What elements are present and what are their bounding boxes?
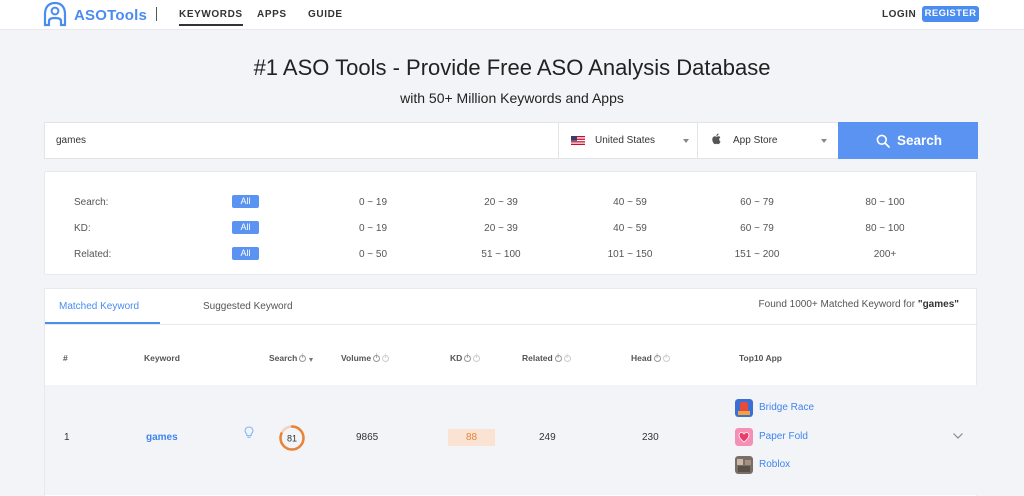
login-link[interactable]: LOGIN [882,9,916,20]
tabs-divider [45,324,978,325]
col-head-label: Head [631,353,652,363]
search-icon [876,134,890,148]
filter-search-option[interactable]: 0 ~ 19 [328,197,418,208]
filter-search-option[interactable]: 80 ~ 100 [840,197,930,208]
filter-related-all[interactable]: All [232,247,259,260]
found-middle: Matched Keyword for [820,299,916,310]
search-input[interactable] [45,123,557,158]
info-icon[interactable] [662,354,670,362]
volume-value: 9865 [356,432,379,443]
col-volume-label: Volume [341,353,372,363]
results-panel: Matched Keyword Suggested Keyword Found … [44,288,978,496]
col-search[interactable]: Search [269,353,314,363]
app-icon-paper-fold[interactable] [735,428,753,446]
info-icon[interactable] [563,354,571,362]
col-kd-label: KD [450,353,463,363]
page-title: #1 ASO Tools - Provide Free ASO Analysis… [253,55,771,80]
app-icon-bridge-race[interactable] [735,399,753,417]
apple-icon [712,133,721,145]
logo-text[interactable]: ASOTools [74,7,147,24]
top-nav: ASOTools KEYWORDS APPS GUIDE LOGIN REGIS… [0,0,1024,30]
info-icon[interactable] [464,354,472,362]
info-icon[interactable] [653,354,661,362]
filter-label-search: Search: [74,197,109,208]
us-flag-icon [571,136,585,145]
kd-badge: 88 [448,429,495,446]
col-index: # [63,353,68,363]
chevron-down-icon[interactable] [952,432,964,440]
row-index: 1 [64,432,70,443]
nav-apps[interactable]: APPS [257,9,287,20]
store-select[interactable]: App Store [697,123,837,158]
chevron-down-icon [683,139,689,143]
found-summary: Found 1000+ Matched Keyword for "games" [759,299,959,310]
store-label: App Store [733,135,778,146]
app-link[interactable]: Paper Fold [759,431,808,442]
filter-label-related: Related: [74,249,112,260]
filter-kd-option[interactable]: 40 ~ 59 [585,223,675,234]
logo-icon[interactable] [42,1,68,28]
country-label: United States [595,135,656,146]
table-row[interactable]: 1 games 81 9865 88 249 230 Bridge Race P… [45,385,977,495]
filter-kd-option[interactable]: 20 ~ 39 [456,223,546,234]
col-top10-app: Top10 App [739,353,782,363]
app-link[interactable]: Roblox [759,459,790,470]
filter-related-option[interactable]: 101 ~ 150 [585,249,675,260]
info-icon[interactable] [373,354,381,362]
register-button[interactable]: REGISTER [922,6,979,22]
search-button[interactable]: Search [838,122,978,159]
filter-related-option[interactable]: 51 ~ 100 [456,249,546,260]
filter-search-all[interactable]: All [232,195,259,208]
page-subtitle: with 50+ Million Keywords and Apps [400,90,624,106]
sort-arrow-icon[interactable] [309,358,314,362]
search-score-value: 81 [287,434,297,444]
col-related[interactable]: Related [522,353,571,363]
app-link[interactable]: Bridge Race [759,402,814,413]
nav-guide[interactable]: GUIDE [308,9,343,20]
info-icon[interactable] [382,354,390,362]
head-value: 230 [642,432,659,443]
info-icon[interactable] [473,354,481,362]
search-score-ring: 81 [279,425,305,451]
related-value: 249 [539,432,556,443]
lightbulb-icon[interactable] [244,426,254,439]
col-keyword: Keyword [144,353,180,363]
col-related-label: Related [522,353,553,363]
info-icon[interactable] [554,354,562,362]
filter-search-option[interactable]: 60 ~ 79 [712,197,802,208]
filter-search-option[interactable]: 20 ~ 39 [456,197,546,208]
country-select[interactable]: United States [558,123,697,158]
filter-related-option[interactable]: 200+ [840,249,930,260]
col-kd[interactable]: KD [450,353,481,363]
found-prefix: Found [758,299,787,310]
filter-label-kd: KD: [74,223,91,234]
filter-kd-option[interactable]: 0 ~ 19 [328,223,418,234]
nav-keywords[interactable]: KEYWORDS [179,9,243,26]
search-button-label: Search [897,133,943,148]
chevron-down-icon [821,139,827,143]
tab-suggested-keyword[interactable]: Suggested Keyword [203,301,293,312]
filter-kd-all[interactable]: All [232,221,259,234]
found-count: 1000+ [789,299,818,310]
nav-divider [156,7,157,21]
tab-matched-keyword[interactable]: Matched Keyword [59,301,139,312]
filter-related-option[interactable]: 151 ~ 200 [712,249,802,260]
app-icon-roblox[interactable] [735,456,753,474]
filter-panel: Search: All 0 ~ 19 20 ~ 39 40 ~ 59 60 ~ … [44,171,977,275]
search-bar: United States App Store Search [44,122,978,159]
col-search-label: Search [269,353,298,363]
filter-kd-option[interactable]: 80 ~ 100 [840,223,930,234]
found-query: "games" [917,299,959,310]
col-volume[interactable]: Volume [341,353,390,363]
filter-search-option[interactable]: 40 ~ 59 [585,197,675,208]
filter-kd-option[interactable]: 60 ~ 79 [712,223,802,234]
info-icon[interactable] [299,354,307,362]
col-head[interactable]: Head [631,353,670,363]
filter-related-option[interactable]: 0 ~ 50 [328,249,418,260]
keyword-link[interactable]: games [146,432,178,443]
